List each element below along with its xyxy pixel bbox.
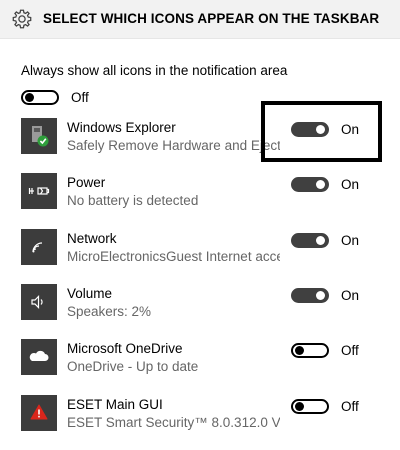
wifi-icon <box>21 229 57 265</box>
toggle-knob <box>316 291 325 301</box>
item-description: Speakers: 2% <box>67 304 152 319</box>
list-item-volume: Volume Speakers: 2% On <box>0 284 400 334</box>
list-item-eset: ESET Main GUI ESET Smart Security™ 8.0.3… <box>0 395 400 445</box>
toggle-state-label: Off <box>341 399 359 415</box>
item-toggle[interactable]: Off <box>291 398 359 416</box>
list-item-windows-explorer: Windows Explorer Safely Remove Hardware … <box>0 118 400 168</box>
toggle-knob <box>295 346 304 356</box>
item-toggle[interactable]: Off <box>291 342 359 360</box>
item-name: Volume <box>67 286 113 301</box>
toggle-state-label: Off <box>341 343 359 359</box>
item-toggle[interactable]: On <box>291 176 359 194</box>
toggle-knob <box>295 402 304 412</box>
toggle-state-label: On <box>341 177 360 193</box>
item-name: Windows Explorer <box>67 120 176 135</box>
toggle-knob <box>25 93 34 103</box>
page-title: SELECT WHICH ICONS APPEAR ON THE TASKBAR <box>43 11 380 26</box>
item-description: MicroElectronicsGuest Internet access <box>67 249 280 264</box>
always-show-label: Always show all icons in the notificatio… <box>21 63 288 78</box>
safely-remove-hardware-icon <box>21 118 57 154</box>
eset-warning-icon <box>21 395 57 431</box>
toggle-switch[interactable] <box>291 177 329 193</box>
item-description: No battery is detected <box>67 193 199 208</box>
toggle-switch[interactable] <box>291 233 329 249</box>
cloud-icon <box>21 339 57 375</box>
item-toggle[interactable]: On <box>291 232 359 250</box>
always-show-toggle[interactable]: Off <box>21 89 89 107</box>
toggle-knob <box>316 180 325 190</box>
toggle-switch[interactable] <box>291 288 329 304</box>
power-plug-icon <box>21 173 57 209</box>
page-header: SELECT WHICH ICONS APPEAR ON THE TASKBAR <box>0 0 400 39</box>
toggle-knob <box>316 236 325 246</box>
item-name: Power <box>67 175 106 190</box>
toggle-state-label: On <box>341 233 360 249</box>
item-name: ESET Main GUI <box>67 397 163 412</box>
toggle-switch[interactable] <box>291 343 329 359</box>
toggle-knob <box>316 125 325 135</box>
toggle-switch[interactable] <box>291 122 329 138</box>
item-name: Network <box>67 231 117 246</box>
item-description: Safely Remove Hardware and Eject Media <box>67 138 280 153</box>
item-description: OneDrive - Up to date <box>67 359 199 374</box>
toggle-state-label: On <box>341 288 360 304</box>
list-item-network: Network MicroElectronicsGuest Internet a… <box>0 229 400 279</box>
item-name: Microsoft OneDrive <box>67 341 183 356</box>
speaker-icon <box>21 284 57 320</box>
toggle-switch[interactable] <box>21 90 59 106</box>
toggle-state-label: On <box>341 122 360 138</box>
toggle-state-label: Off <box>71 90 89 106</box>
gear-icon <box>12 9 32 29</box>
list-item-onedrive: Microsoft OneDrive OneDrive - Up to date… <box>0 339 400 389</box>
item-toggle[interactable]: On <box>291 287 359 305</box>
toggle-switch[interactable] <box>291 399 329 415</box>
item-description: ESET Smart Security™ 8.0.312.0 Virus sig… <box>67 415 280 430</box>
item-toggle[interactable]: On <box>291 121 359 139</box>
list-item-power: Power No battery is detected On <box>0 173 400 223</box>
